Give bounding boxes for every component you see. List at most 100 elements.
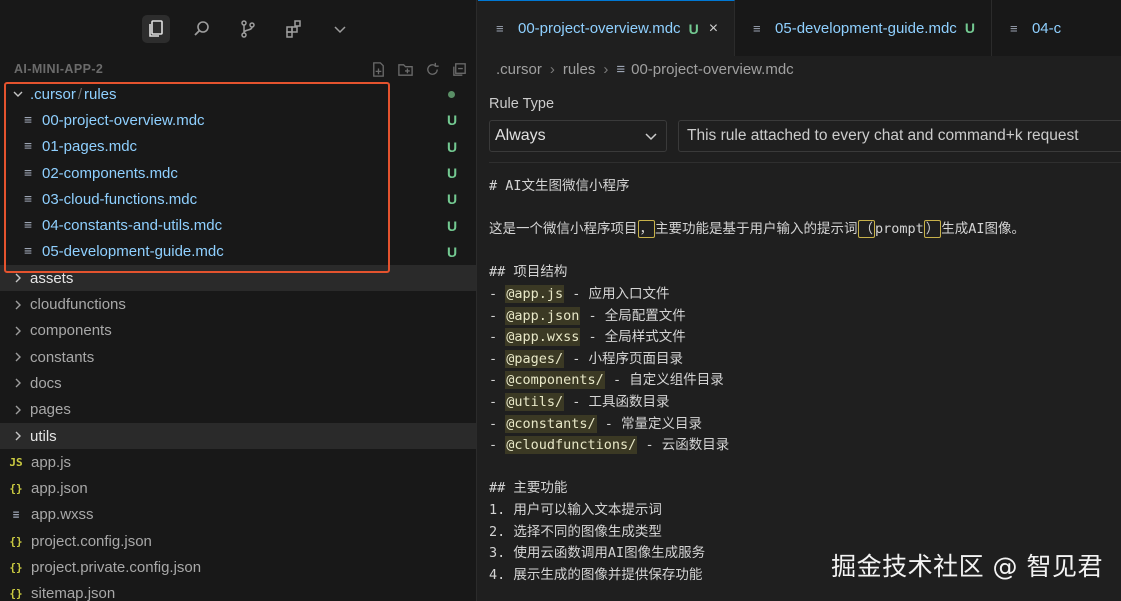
tree-item-file[interactable]: ≡ 05-development-guide.mdc U bbox=[0, 239, 476, 265]
search-icon[interactable] bbox=[188, 15, 216, 43]
tree-item-folder-components[interactable]: components bbox=[0, 318, 476, 344]
code-line: - @pages/ - 小程序页面目录 bbox=[489, 349, 684, 368]
new-folder-icon[interactable] bbox=[397, 61, 414, 78]
breadcrumb-item[interactable]: .cursor bbox=[496, 61, 542, 78]
tree-item-file[interactable]: ≡ 04-constants-and-utils.mdc U bbox=[0, 212, 476, 238]
tree-item-folder-utils[interactable]: utils bbox=[0, 422, 476, 450]
tree-item-folder-cloudfunctions[interactable]: cloudfunctions bbox=[0, 291, 476, 317]
chevron-right-icon bbox=[10, 402, 26, 418]
tree-item-file-app-wxss[interactable]: ≡ app.wxss bbox=[0, 502, 476, 528]
breadcrumb-item[interactable]: rules bbox=[563, 61, 596, 78]
chevron-down-icon bbox=[645, 133, 657, 141]
file-reference-token[interactable]: @components/ bbox=[505, 371, 605, 390]
file-reference-token[interactable]: @utils/ bbox=[505, 392, 565, 411]
tree-item-folder-assets[interactable]: assets bbox=[0, 265, 476, 292]
json-file-icon: {} bbox=[9, 534, 23, 548]
code-editor[interactable]: # AI文生图微信小程序 这是一个微信小程序项目，主要功能是基于用户输入的提示词… bbox=[489, 176, 1121, 586]
tree-item-file-project-private-config[interactable]: {} project.private.config.json bbox=[0, 554, 476, 580]
tree-item-label: constants bbox=[30, 348, 95, 366]
tree-item-label: project.config.json bbox=[31, 532, 152, 550]
tree-item-label: cloudfunctions bbox=[30, 296, 126, 314]
tree-item-folder-docs[interactable]: docs bbox=[0, 370, 476, 396]
code-line: - @constants/ - 常量定义目录 bbox=[489, 414, 703, 433]
file-reference-token[interactable]: @app.wxss bbox=[505, 328, 581, 347]
file-reference-token[interactable]: @cloudfunctions/ bbox=[505, 436, 638, 455]
project-name[interactable]: AI-MINI-APP-2 bbox=[14, 62, 103, 76]
code-text: - 全局样式文件 bbox=[580, 329, 686, 346]
markdown-file-icon: ≡ bbox=[24, 139, 32, 155]
tree-item-file-app-js[interactable]: JS app.js bbox=[0, 449, 476, 475]
tree-item-label: components bbox=[30, 322, 112, 340]
new-file-icon[interactable] bbox=[370, 61, 387, 78]
markdown-file-icon: ≡ bbox=[24, 218, 32, 234]
tree-item-file-app-json[interactable]: {} app.json bbox=[0, 475, 476, 501]
file-reference-token[interactable]: @pages/ bbox=[505, 349, 565, 368]
file-reference-token[interactable]: @app.js bbox=[505, 284, 565, 303]
tree-item-file[interactable]: ≡ 02-components.mdc U bbox=[0, 160, 476, 186]
code-line: - @components/ - 自定义组件目录 bbox=[489, 371, 724, 390]
tree-item-label: assets bbox=[30, 269, 74, 287]
tree-item-label: sitemap.json bbox=[31, 585, 116, 601]
explorer-actions bbox=[370, 58, 468, 80]
chevron-down-icon bbox=[10, 86, 26, 102]
file-reference-token[interactable]: @constants/ bbox=[505, 414, 597, 433]
editor-area: ≡ 00-project-overview.mdc U × ≡ 05-devel… bbox=[478, 0, 1121, 601]
markdown-file-icon: ≡ bbox=[1009, 20, 1018, 36]
tree-item-file-project-config[interactable]: {} project.config.json bbox=[0, 528, 476, 554]
tree-item-cursor-rules[interactable]: .cursor / rules bbox=[0, 81, 476, 107]
close-icon[interactable]: × bbox=[709, 20, 718, 38]
json-file-icon: {} bbox=[9, 482, 23, 496]
rule-description-text: This rule attached to every chat and com… bbox=[687, 127, 1079, 144]
rule-type-select[interactable]: Always bbox=[489, 120, 667, 152]
tab-label: 05-development-guide.mdc bbox=[775, 19, 957, 37]
js-file-icon: JS bbox=[9, 455, 23, 469]
breadcrumb: .cursor › rules › ≡ 00-project-overview.… bbox=[478, 56, 1121, 82]
explorer-icon[interactable] bbox=[142, 15, 170, 43]
tab-project-overview[interactable]: ≡ 00-project-overview.mdc U × bbox=[478, 0, 736, 56]
tree-item-label: 05-development-guide.mdc bbox=[42, 243, 224, 261]
untracked-badge: U bbox=[447, 112, 458, 129]
code-highlight-char: （ bbox=[857, 220, 875, 239]
file-reference-token[interactable]: @app.json bbox=[505, 306, 581, 325]
tab-constants-and-utils[interactable]: ≡ 04-c bbox=[992, 0, 1077, 56]
code-text: - 工具函数目录 bbox=[564, 393, 670, 410]
breadcrumb-separator: › bbox=[603, 60, 609, 78]
file-tree: .cursor / rules ≡ 00-project-overview.mdc U … bbox=[0, 81, 476, 601]
chevron-right-icon bbox=[10, 270, 26, 286]
markdown-file-icon: ≡ bbox=[496, 21, 504, 36]
source-control-icon[interactable] bbox=[234, 15, 262, 43]
tree-item-folder-pages[interactable]: pages bbox=[0, 397, 476, 423]
code-line: 2. 选择不同的图像生成类型 bbox=[489, 523, 662, 540]
watermark: 掘金技术社区 @ 智见君 bbox=[831, 552, 1103, 581]
chevron-right-icon bbox=[10, 323, 26, 339]
tree-item-file-sitemap[interactable]: {} sitemap.json bbox=[0, 581, 476, 601]
code-text: - 自定义组件目录 bbox=[604, 372, 724, 389]
tree-item-label: app.wxss bbox=[31, 506, 94, 524]
divider bbox=[489, 162, 1121, 163]
code-text: - 全局配置文件 bbox=[580, 307, 686, 324]
code-line: ## 主要功能 bbox=[489, 480, 568, 497]
rule-description-field[interactable]: This rule attached to every chat and com… bbox=[678, 120, 1121, 152]
refresh-icon[interactable] bbox=[424, 61, 441, 78]
chevron-down-icon[interactable] bbox=[326, 15, 354, 43]
code-text: 这是一个微信小程序项目 bbox=[489, 221, 638, 238]
tree-item-label: 01-pages.mdc bbox=[42, 138, 138, 156]
tree-item-file[interactable]: ≡ 00-project-overview.mdc U bbox=[0, 107, 476, 133]
markdown-file-icon: ≡ bbox=[24, 165, 32, 181]
tree-item-label: pages bbox=[30, 401, 71, 419]
breadcrumb-item[interactable]: 00-project-overview.mdc bbox=[631, 61, 794, 78]
explorer-sidebar: AI-MINI-APP-2 .cursor / rules ≡ 00-project-… bbox=[0, 0, 477, 601]
tree-item-label: 02-components.mdc bbox=[42, 164, 178, 182]
code-text: - 云函数目录 bbox=[637, 437, 730, 454]
tab-development-guide[interactable]: ≡ 05-development-guide.mdc U bbox=[735, 0, 992, 56]
folder-segment-cursor: .cursor bbox=[30, 85, 76, 103]
tree-item-label: .cursor / rules bbox=[30, 85, 117, 103]
tree-item-folder-constants[interactable]: constants bbox=[0, 344, 476, 370]
tree-item-file[interactable]: ≡ 03-cloud-functions.mdc U bbox=[0, 186, 476, 212]
code-line: - @app.json - 全局配置文件 bbox=[489, 306, 686, 325]
extensions-icon[interactable] bbox=[280, 15, 308, 43]
tree-item-file[interactable]: ≡ 01-pages.mdc U bbox=[0, 134, 476, 160]
collapse-all-icon[interactable] bbox=[451, 61, 468, 78]
